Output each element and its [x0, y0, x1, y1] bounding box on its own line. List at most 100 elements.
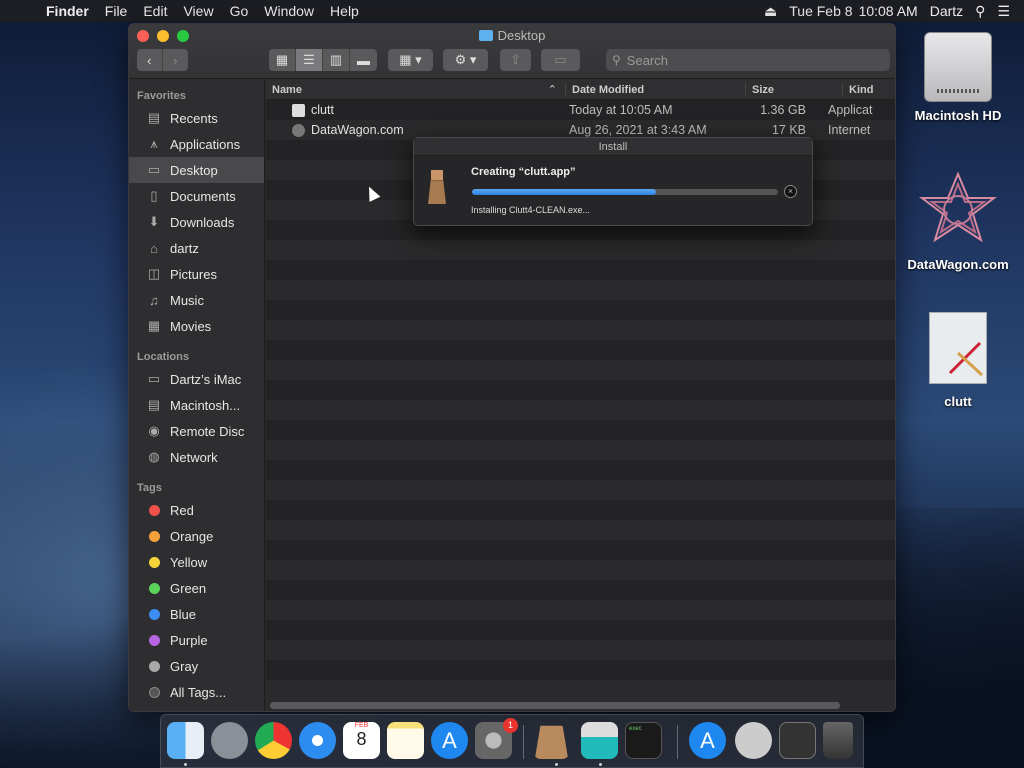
- menu-edit[interactable]: Edit: [135, 3, 175, 19]
- action-gear-button[interactable]: ⚙ ▾: [443, 49, 488, 71]
- finder-window: Desktop ‹ › ▦ ☰ ▥ ▬ ▦ ▾ ⚙ ▾ ⇪ ▭ ⚲ Search…: [128, 23, 896, 712]
- sidebar-item-desktop[interactable]: ▭ Desktop: [129, 157, 264, 183]
- terminal-icon[interactable]: exec: [625, 722, 662, 759]
- desktop-icon-clutt[interactable]: clutt: [903, 312, 1013, 409]
- sidebar-item-home[interactable]: ⌂ dartz: [129, 235, 264, 261]
- applications-icon: ⩚: [150, 136, 158, 151]
- screenshot-stack-icon[interactable]: [779, 722, 816, 759]
- file-name: clutt: [311, 103, 334, 117]
- sort-chevron-icon: ⌃: [547, 84, 557, 96]
- orange-tag-dot-icon: [148, 530, 160, 542]
- sidebar-item-documents[interactable]: ▯ Documents: [129, 183, 264, 209]
- menubar-date[interactable]: Tue Feb 8: [783, 3, 858, 19]
- sidebar-item-macintosh-hd[interactable]: ▤ Macintosh...: [129, 392, 264, 418]
- group-by-button[interactable]: ▦ ▾: [388, 49, 433, 71]
- datawagon-webloc-icon: [919, 171, 997, 243]
- safari-icon[interactable]: [299, 722, 336, 759]
- purple-tag-dot-icon: [148, 634, 160, 646]
- desktop-icon-datawagon[interactable]: DataWagon.com: [903, 170, 1013, 272]
- back-button[interactable]: ‹: [137, 49, 163, 71]
- column-header-kind[interactable]: Kind: [843, 83, 895, 97]
- installer-box-icon: [428, 180, 446, 204]
- dock-separator: [523, 725, 524, 759]
- calendar-icon[interactable]: FEB 8: [343, 722, 380, 759]
- column-header-size[interactable]: Size: [746, 82, 843, 97]
- notification-center-icon[interactable]: ☰: [991, 3, 1016, 20]
- sidebar-item-downloads[interactable]: ⬇ Downloads: [129, 209, 264, 235]
- sidebar-item-music[interactable]: ♫ Music: [129, 287, 264, 313]
- launchpad-icon[interactable]: [211, 722, 248, 759]
- column-header-name[interactable]: Name ⌃: [266, 82, 566, 97]
- progress-bar: [472, 189, 778, 195]
- list-view-icon[interactable]: ☰: [296, 49, 323, 71]
- chrome-icon[interactable]: [255, 722, 292, 759]
- sidebar-tag-orange[interactable]: Orange: [129, 523, 264, 549]
- app-file-icon: [292, 103, 305, 117]
- sidebar-item-remote-disc[interactable]: ◉ Remote Disc: [129, 418, 264, 444]
- column-header-date[interactable]: Date Modified: [566, 82, 746, 97]
- cancel-install-button[interactable]: ×: [784, 185, 797, 198]
- menubar-time[interactable]: 10:08 AM: [859, 3, 924, 19]
- menu-window[interactable]: Window: [256, 3, 322, 19]
- preview-window-icon[interactable]: [581, 722, 618, 759]
- sidebar-tag-green[interactable]: Green: [129, 575, 264, 601]
- sidebar-item-applications[interactable]: ⩚ Applications: [129, 131, 264, 157]
- window-titlebar[interactable]: Desktop ‹ › ▦ ☰ ▥ ▬ ▦ ▾ ⚙ ▾ ⇪ ▭ ⚲ Search: [129, 24, 895, 79]
- dock: FEB 8 A 1 exec A: [160, 714, 864, 768]
- app-store-folder-icon[interactable]: A: [689, 722, 726, 759]
- share-button[interactable]: ⇪: [500, 49, 531, 71]
- menubar-user[interactable]: Dartz: [924, 3, 969, 19]
- computer-icon: ▭: [147, 371, 161, 386]
- file-name: DataWagon.com: [311, 123, 404, 137]
- sidebar-item-movies[interactable]: ▦ Movies: [129, 313, 264, 339]
- blocked-app-icon[interactable]: [735, 722, 772, 759]
- sidebar-tag-yellow[interactable]: Yellow: [129, 549, 264, 575]
- sidebar-item-network[interactable]: ◍ Network: [129, 444, 264, 470]
- recents-icon: ▤: [147, 110, 161, 125]
- app-document-icon: [929, 312, 987, 384]
- install-dialog: Install Creating “clutt.app” × Installin…: [413, 137, 813, 226]
- spotlight-search-icon[interactable]: ⚲: [969, 3, 991, 20]
- notes-icon[interactable]: [387, 722, 424, 759]
- tags-button[interactable]: ▭: [541, 49, 580, 71]
- file-date: Today at 10:05 AM: [569, 103, 673, 117]
- system-preferences-icon[interactable]: 1: [475, 718, 518, 759]
- documents-icon: ▯: [150, 188, 158, 203]
- search-icon: ⚲: [612, 53, 621, 67]
- sidebar-tag-gray[interactable]: Gray: [129, 653, 264, 679]
- column-view-icon[interactable]: ▥: [323, 49, 350, 71]
- back-forward-control: ‹ ›: [137, 49, 188, 71]
- search-placeholder: Search: [626, 52, 668, 68]
- file-size: 1.36 GB: [760, 103, 806, 117]
- app-store-icon[interactable]: A: [431, 722, 468, 759]
- menu-help[interactable]: Help: [322, 3, 367, 19]
- finder-icon[interactable]: [167, 722, 204, 759]
- sidebar-all-tags[interactable]: All Tags...: [129, 679, 264, 705]
- sidebar: Favorites ▤ Recents ⩚ Applications ▭ Deskto…: [129, 80, 265, 711]
- menu-view[interactable]: View: [175, 3, 221, 19]
- sidebar-item-pictures[interactable]: ◫ Pictures: [129, 261, 264, 287]
- installer-icon[interactable]: [534, 725, 569, 759]
- sidebar-tag-blue[interactable]: Blue: [129, 601, 264, 627]
- horizontal-scrollbar[interactable]: [270, 702, 840, 709]
- sidebar-tag-red[interactable]: Red: [129, 497, 264, 523]
- icon-view-icon[interactable]: ▦: [269, 49, 296, 71]
- eject-icon[interactable]: ⏏: [758, 3, 783, 20]
- menu-go[interactable]: Go: [222, 3, 257, 19]
- window-title: Desktop: [129, 28, 895, 43]
- folder-icon: [478, 30, 493, 41]
- desktop-icon-macintosh-hd[interactable]: Macintosh HD: [903, 32, 1013, 123]
- gallery-view-icon[interactable]: ▬: [350, 49, 377, 71]
- sidebar-item-imac[interactable]: ▭ Dartz’s iMac: [129, 366, 264, 392]
- menu-file[interactable]: File: [97, 3, 136, 19]
- red-tag-dot-icon: [148, 504, 160, 516]
- forward-button[interactable]: ›: [163, 49, 188, 71]
- sidebar-item-recents[interactable]: ▤ Recents: [129, 105, 264, 131]
- table-row[interactable]: clutt Today at 10:05 AM 1.36 GB Applicat: [266, 100, 895, 120]
- trash-icon[interactable]: [823, 722, 853, 759]
- sidebar-tag-purple[interactable]: Purple: [129, 627, 264, 653]
- menu-app-finder[interactable]: Finder: [38, 3, 97, 19]
- menubar: Finder File Edit View Go Window Help ⏏ T…: [0, 0, 1024, 22]
- search-field[interactable]: ⚲ Search: [606, 49, 890, 71]
- hard-drive-icon: [924, 32, 992, 102]
